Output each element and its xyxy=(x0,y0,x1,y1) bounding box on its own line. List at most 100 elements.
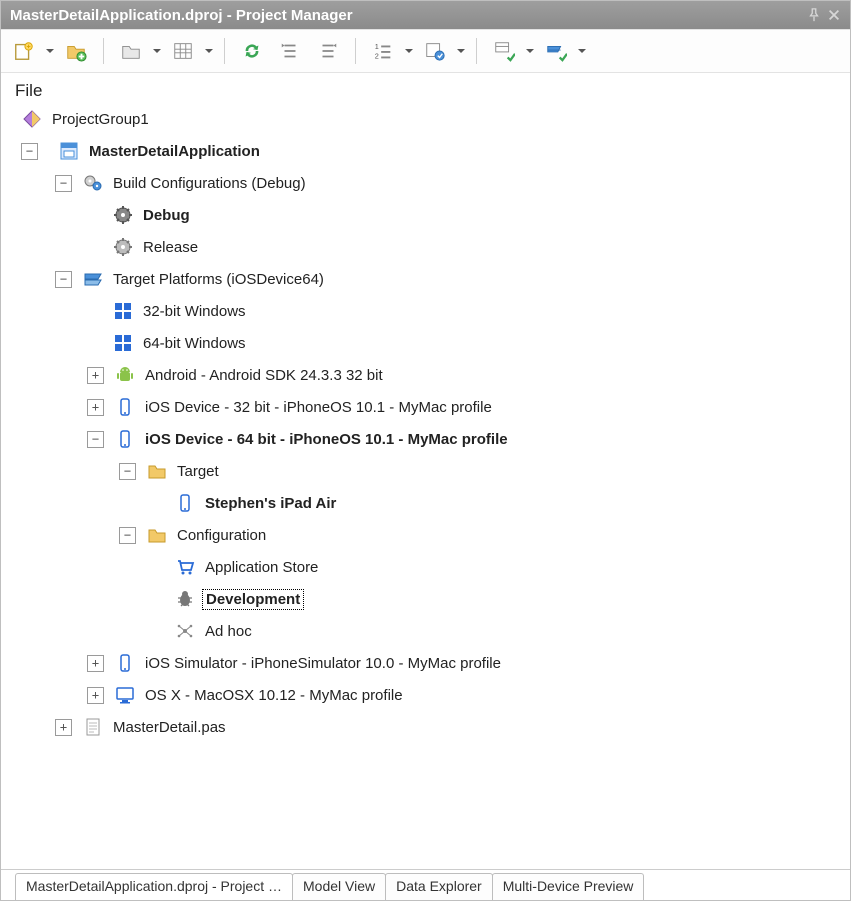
expander[interactable]: − xyxy=(55,175,72,192)
window-title: MasterDetailApplication.dproj - Project … xyxy=(10,7,353,24)
pin-icon[interactable] xyxy=(807,8,821,22)
new-button[interactable] xyxy=(7,35,41,67)
expander[interactable]: + xyxy=(55,719,72,736)
node-target-platforms[interactable]: − Target Platforms (iOSDevice64) xyxy=(15,263,850,295)
build-dropdown[interactable] xyxy=(577,47,587,55)
project-group-icon xyxy=(21,108,43,130)
node-release[interactable]: · Release xyxy=(15,231,850,263)
sort-button[interactable]: 12 xyxy=(366,35,400,67)
platforms-icon xyxy=(82,268,104,290)
simulator-label: iOS Simulator - iPhoneSimulator 10.0 - M… xyxy=(142,654,504,673)
tab-multidevice-preview[interactable]: Multi-Device Preview xyxy=(492,873,645,900)
target-folder-label: Target xyxy=(174,462,222,481)
node-win32[interactable]: · 32-bit Windows xyxy=(15,295,850,327)
expander[interactable]: + xyxy=(87,655,104,672)
views-button[interactable] xyxy=(418,35,452,67)
adhoc-label: Ad hoc xyxy=(202,622,255,641)
node-unit[interactable]: + MasterDetail.pas xyxy=(15,711,850,743)
ipad-label: Stephen's iPad Air xyxy=(202,494,339,513)
node-ipad[interactable]: · Stephen's iPad Air xyxy=(15,487,850,519)
node-target-folder[interactable]: − Target xyxy=(15,455,850,487)
android-icon xyxy=(114,364,136,386)
expander-none: · xyxy=(149,592,164,607)
grid-dropdown[interactable] xyxy=(204,47,214,55)
expand-button[interactable] xyxy=(311,35,345,67)
toolbar: 12 xyxy=(1,29,850,73)
expander[interactable]: + xyxy=(87,687,104,704)
pas-file-icon xyxy=(82,716,104,738)
svg-text:2: 2 xyxy=(375,51,379,60)
bottom-tabbar: MasterDetailApplication.dproj - Project … xyxy=(1,869,850,900)
windows-icon xyxy=(112,300,134,322)
node-win64[interactable]: · 64-bit Windows xyxy=(15,327,850,359)
add-button[interactable] xyxy=(59,35,93,67)
windows-icon xyxy=(112,332,134,354)
expander[interactable]: − xyxy=(87,431,104,448)
build-button[interactable] xyxy=(539,35,573,67)
tab-data-explorer[interactable]: Data Explorer xyxy=(385,873,493,900)
build-config-label: Build Configurations (Debug) xyxy=(110,174,309,193)
node-build-config[interactable]: − Build Configurations (Debug) xyxy=(15,167,850,199)
ios-device-icon xyxy=(114,652,136,674)
node-development[interactable]: · Development xyxy=(15,583,850,615)
file-header: File xyxy=(15,81,850,101)
tab-project-manager[interactable]: MasterDetailApplication.dproj - Project … xyxy=(15,873,293,900)
ios-device-icon xyxy=(114,396,136,418)
grid-button[interactable] xyxy=(166,35,200,67)
node-android[interactable]: + Android - Android SDK 24.3.3 32 bit xyxy=(15,359,850,391)
node-simulator[interactable]: + iOS Simulator - iPhoneSimulator 10.0 -… xyxy=(15,647,850,679)
ios-device-icon xyxy=(114,428,136,450)
expander-none: · xyxy=(87,336,102,351)
appstore-label: Application Store xyxy=(202,558,321,577)
ios-device-icon xyxy=(174,492,196,514)
win64-label: 64-bit Windows xyxy=(140,334,249,353)
node-osx[interactable]: + OS X - MacOSX 10.12 - MyMac profile xyxy=(15,679,850,711)
open-button[interactable] xyxy=(114,35,148,67)
config-folder-label: Configuration xyxy=(174,526,269,545)
target-platforms-label: Target Platforms (iOSDevice64) xyxy=(110,270,327,289)
new-dropdown[interactable] xyxy=(45,47,55,55)
bug-icon xyxy=(174,588,196,610)
folder-icon xyxy=(146,460,168,482)
buildgroups-button[interactable] xyxy=(487,35,521,67)
expander[interactable]: − xyxy=(21,143,38,160)
node-config-folder[interactable]: − Configuration xyxy=(15,519,850,551)
project-tree: File ProjectGroup1 − MasterDetailApplica… xyxy=(1,73,850,869)
android-label: Android - Android SDK 24.3.3 32 bit xyxy=(142,366,386,385)
expander-none: · xyxy=(149,624,164,639)
expander[interactable]: − xyxy=(119,463,136,480)
node-ios32[interactable]: + iOS Device - 32 bit - iPhoneOS 10.1 - … xyxy=(15,391,850,423)
node-adhoc[interactable]: · Ad hoc xyxy=(15,615,850,647)
expander[interactable]: − xyxy=(55,271,72,288)
expander-none: · xyxy=(149,560,164,575)
titlebar: MasterDetailApplication.dproj - Project … xyxy=(1,1,850,29)
project-label: MasterDetailApplication xyxy=(86,142,263,161)
node-appstore[interactable]: · Application Store xyxy=(15,551,850,583)
expander-none: · xyxy=(87,240,102,255)
expander-none: · xyxy=(87,208,102,223)
node-project[interactable]: − MasterDetailApplication xyxy=(15,135,850,167)
project-group-label: ProjectGroup1 xyxy=(49,110,152,129)
buildgroups-dropdown[interactable] xyxy=(525,47,535,55)
folder-icon xyxy=(146,524,168,546)
cart-icon xyxy=(174,556,196,578)
osx-label: OS X - MacOSX 10.12 - MyMac profile xyxy=(142,686,406,705)
open-dropdown[interactable] xyxy=(152,47,162,55)
close-icon[interactable] xyxy=(827,8,841,22)
expander[interactable]: − xyxy=(119,527,136,544)
debug-label: Debug xyxy=(140,206,193,225)
sync-button[interactable] xyxy=(235,35,269,67)
ios64-label: iOS Device - 64 bit - iPhoneOS 10.1 - My… xyxy=(142,430,511,449)
node-debug[interactable]: · Debug xyxy=(15,199,850,231)
node-project-group[interactable]: ProjectGroup1 xyxy=(15,103,850,135)
monitor-icon xyxy=(114,684,136,706)
expander-none: · xyxy=(149,496,164,511)
views-dropdown[interactable] xyxy=(456,47,466,55)
collapse-button[interactable] xyxy=(273,35,307,67)
tab-model-view[interactable]: Model View xyxy=(292,873,386,900)
sort-dropdown[interactable] xyxy=(404,47,414,55)
unit-label: MasterDetail.pas xyxy=(110,718,229,737)
expander[interactable]: + xyxy=(87,367,104,384)
node-ios64[interactable]: − iOS Device - 64 bit - iPhoneOS 10.1 - … xyxy=(15,423,850,455)
expander[interactable]: + xyxy=(87,399,104,416)
